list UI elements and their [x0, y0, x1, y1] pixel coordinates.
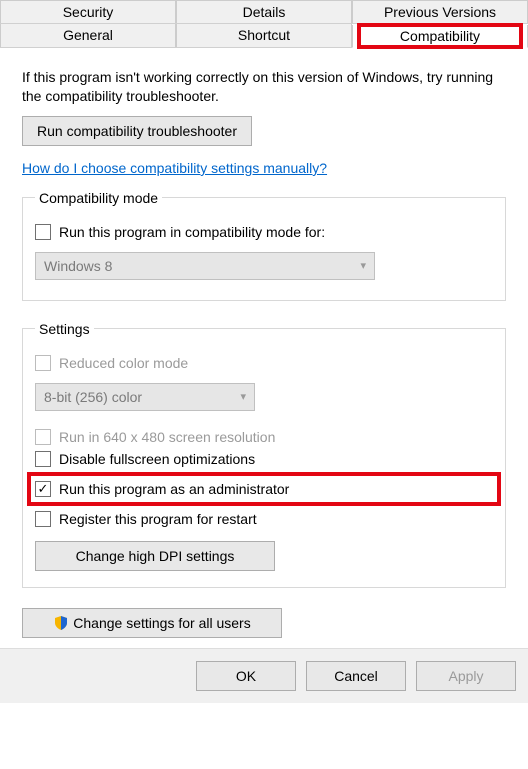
- compatibility-mode-group: Compatibility mode Run this program in c…: [22, 190, 506, 301]
- compat-mode-checkbox[interactable]: [35, 224, 51, 240]
- ok-button[interactable]: OK: [196, 661, 296, 691]
- compatibility-panel: If this program isn't working correctly …: [0, 48, 528, 648]
- settings-legend: Settings: [35, 321, 94, 337]
- run-compatibility-troubleshooter-button[interactable]: Run compatibility troubleshooter: [22, 116, 252, 146]
- settings-group: Settings Reduced color mode 8-bit (256) …: [22, 321, 506, 588]
- reduced-color-label: Reduced color mode: [59, 355, 188, 371]
- chevron-down-icon: ▾: [240, 390, 246, 403]
- cancel-button[interactable]: Cancel: [306, 661, 406, 691]
- run-640x480-checkbox: [35, 429, 51, 445]
- tab-previous-versions[interactable]: Previous Versions: [352, 0, 528, 23]
- compat-mode-select-value: Windows 8: [44, 258, 112, 274]
- reduced-color-checkbox: [35, 355, 51, 371]
- chevron-down-icon: ▾: [360, 259, 366, 272]
- apply-button: Apply: [416, 661, 516, 691]
- change-settings-all-users-label: Change settings for all users: [73, 615, 250, 631]
- register-restart-label: Register this program for restart: [59, 511, 257, 527]
- change-high-dpi-button[interactable]: Change high DPI settings: [35, 541, 275, 571]
- disable-fullscreen-checkbox[interactable]: [35, 451, 51, 467]
- run-as-admin-label: Run this program as an administrator: [59, 481, 289, 497]
- tab-shortcut[interactable]: Shortcut: [176, 24, 352, 47]
- shield-icon: [53, 615, 69, 631]
- tab-security[interactable]: Security: [0, 0, 176, 23]
- intro-text: If this program isn't working correctly …: [22, 68, 506, 106]
- tab-compatibility[interactable]: Compatibility: [352, 25, 528, 48]
- color-mode-select-value: 8-bit (256) color: [44, 389, 142, 405]
- color-mode-select: 8-bit (256) color ▾: [35, 383, 255, 411]
- compat-mode-label: Run this program in compatibility mode f…: [59, 224, 325, 240]
- change-settings-all-users-button[interactable]: Change settings for all users: [22, 608, 282, 638]
- dialog-footer: OK Cancel Apply: [0, 648, 528, 703]
- help-link[interactable]: How do I choose compatibility settings m…: [22, 160, 327, 176]
- register-restart-checkbox[interactable]: [35, 511, 51, 527]
- tab-general[interactable]: General: [0, 24, 176, 47]
- compatibility-mode-legend: Compatibility mode: [35, 190, 162, 206]
- run-640x480-label: Run in 640 x 480 screen resolution: [59, 429, 275, 445]
- tab-details[interactable]: Details: [176, 0, 352, 23]
- run-as-admin-checkbox[interactable]: [35, 481, 51, 497]
- disable-fullscreen-label: Disable fullscreen optimizations: [59, 451, 255, 467]
- compat-mode-select[interactable]: Windows 8 ▾: [35, 252, 375, 280]
